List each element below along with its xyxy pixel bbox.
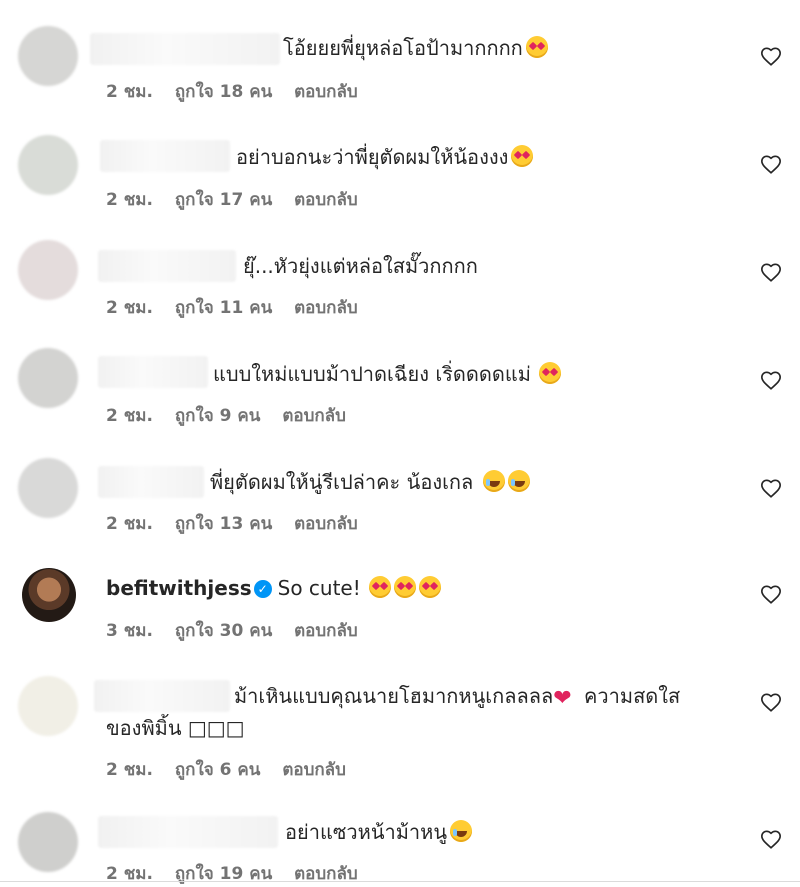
comment-text: befitwithjess ✓ So cute!	[106, 574, 441, 602]
tears-of-joy-emoji-icon	[483, 470, 506, 492]
comment-text: ม้าเหินแบบคุณนายโฮมากหนูเกลลลล❤ ความสดใส	[234, 684, 681, 711]
comment-text: ยุ๊...หัวยุ่งแต่หล่อใสมั๊วกกกก	[243, 254, 478, 278]
comment-time: 2 ชม.	[106, 298, 153, 318]
username-blurred[interactable]	[94, 680, 230, 712]
comment-meta: 2 ชม. ถูกใจ 19 คน ตอบกลับ	[106, 860, 374, 887]
avatar[interactable]	[18, 240, 78, 300]
comment-meta: 2 ชม. ถูกใจ 6 คน ตอบกลับ	[106, 756, 362, 783]
like-count[interactable]: ถูกใจ 17 คน	[175, 190, 272, 210]
comment-time: 2 ชม.	[106, 82, 153, 102]
red-heart-emoji-icon: ❤	[553, 686, 572, 711]
username-blurred[interactable]	[98, 250, 236, 282]
heart-eyes-emoji-icon	[538, 362, 561, 384]
heart-outline-icon[interactable]	[760, 692, 782, 714]
reply-button[interactable]: ตอบกลับ	[282, 406, 346, 426]
username-link[interactable]: befitwithjess	[106, 576, 252, 600]
heart-eyes-emoji-icon	[393, 576, 416, 598]
reply-button[interactable]: ตอบกลับ	[294, 82, 358, 102]
comment-text: อย่าบอกนะว่าพี่ยุตัดผมให้น้องงง	[236, 143, 534, 171]
comment-meta: 2 ชม. ถูกใจ 9 คน ตอบกลับ	[106, 402, 362, 429]
heart-outline-icon[interactable]	[760, 154, 782, 176]
like-count[interactable]: ถูกใจ 18 คน	[175, 82, 272, 102]
comment-meta: 2 ชม. ถูกใจ 11 คน ตอบกลับ	[106, 294, 374, 321]
comment-text: อย่าแซวหน้าม้าหนู	[285, 818, 473, 846]
heart-outline-icon[interactable]	[760, 262, 782, 284]
reply-button[interactable]: ตอบกลับ	[294, 298, 358, 318]
reply-button[interactable]: ตอบกลับ	[294, 621, 358, 641]
comment-meta: 2 ชม. ถูกใจ 17 คน ตอบกลับ	[106, 186, 374, 213]
reply-button[interactable]: ตอบกลับ	[282, 760, 346, 780]
comment-time: 2 ชม.	[106, 406, 153, 426]
tears-of-joy-emoji-icon	[508, 470, 531, 492]
comment-meta: 2 ชม. ถูกใจ 13 คน ตอบกลับ	[106, 510, 374, 537]
like-count[interactable]: ถูกใจ 11 คน	[175, 298, 272, 318]
heart-outline-icon[interactable]	[760, 370, 782, 392]
avatar[interactable]	[18, 348, 78, 408]
tears-of-joy-emoji-icon	[450, 820, 473, 842]
username-blurred[interactable]	[98, 816, 278, 848]
heart-outline-icon[interactable]	[760, 584, 782, 606]
like-count[interactable]: ถูกใจ 6 คน	[175, 760, 261, 780]
heart-eyes-emoji-icon	[418, 576, 441, 598]
avatar[interactable]	[18, 458, 78, 518]
comment-meta: 2 ชม. ถูกใจ 18 คน ตอบกลับ	[106, 78, 374, 105]
comment-meta: 3 ชม. ถูกใจ 30 คน ตอบกลับ	[106, 617, 374, 644]
username-blurred[interactable]	[98, 356, 208, 388]
comment-time: 2 ชม.	[106, 190, 153, 210]
heart-outline-icon[interactable]	[760, 46, 782, 68]
avatar[interactable]	[18, 26, 78, 86]
comment-text: พี่ยุตัดผมให้นู่รีเปล่าคะ น้องเกล	[210, 468, 531, 496]
comment-time: 2 ชม.	[106, 760, 153, 780]
heart-eyes-emoji-icon	[368, 576, 391, 598]
like-count[interactable]: ถูกใจ 30 คน	[175, 621, 272, 641]
verified-badge-icon: ✓	[253, 580, 272, 598]
comment-text-line2: ของพิมิ้น □□□	[106, 716, 245, 740]
divider	[0, 881, 800, 882]
comment-text: โอ้ยยยพี่ยุหล่อโอป้ามากกกก	[283, 34, 548, 62]
heart-eyes-emoji-icon	[511, 145, 534, 167]
like-count[interactable]: ถูกใจ 13 คน	[175, 514, 272, 534]
username-blurred[interactable]	[98, 466, 204, 498]
avatar[interactable]	[18, 135, 78, 195]
comment-time: 2 ชม.	[106, 514, 153, 534]
avatar[interactable]	[18, 676, 78, 736]
comment-time: 3 ชม.	[106, 621, 153, 641]
reply-button[interactable]: ตอบกลับ	[294, 514, 358, 534]
avatar[interactable]	[18, 812, 78, 872]
username-blurred[interactable]	[100, 140, 230, 172]
like-count[interactable]: ถูกใจ 9 คน	[175, 406, 261, 426]
heart-outline-icon[interactable]	[760, 829, 782, 851]
avatar[interactable]	[22, 568, 76, 622]
comment-text: แบบใหม่แบบม้าปาดเฉียง เริ่ดดดดแม่	[213, 360, 561, 388]
username-blurred[interactable]	[90, 33, 280, 65]
heart-eyes-emoji-icon	[525, 36, 548, 58]
heart-outline-icon[interactable]	[760, 478, 782, 500]
reply-button[interactable]: ตอบกลับ	[294, 190, 358, 210]
